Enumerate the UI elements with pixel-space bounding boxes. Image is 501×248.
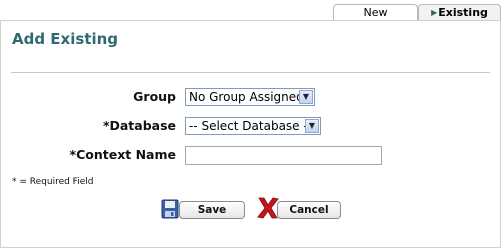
database-row: *Database -- Select Database -- ▼: [1, 116, 501, 136]
chevron-down-icon[interactable]: ▼: [299, 90, 313, 104]
context-name-row: *Context Name: [1, 145, 501, 165]
save-button[interactable]: Save: [179, 201, 245, 219]
group-row: Group No Group Assigned ▼: [1, 87, 501, 107]
database-select[interactable]: -- Select Database -- ▼: [185, 117, 321, 135]
form-panel: Add Existing Group No Group Assigned ▼ *…: [0, 20, 501, 248]
chevron-down-icon[interactable]: ▼: [305, 119, 319, 133]
group-select[interactable]: No Group Assigned ▼: [185, 88, 315, 106]
triangle-right-icon: ▶: [431, 8, 438, 17]
title-divider: [11, 72, 490, 73]
tab-new-label: New: [363, 6, 388, 19]
context-name-label: *Context Name: [69, 147, 176, 162]
cancel-button[interactable]: Cancel: [277, 201, 341, 219]
group-select-value: No Group Assigned: [189, 90, 304, 104]
group-label: Group: [133, 89, 176, 104]
page-title: Add Existing: [12, 30, 119, 48]
save-button-label: Save: [197, 204, 227, 216]
cancel-button-label: Cancel: [289, 204, 329, 216]
floppy-disk-icon[interactable]: [161, 199, 179, 219]
tab-existing-label: Existing: [438, 6, 488, 19]
required-field-note: * = Required Field: [12, 177, 94, 187]
context-name-input[interactable]: [185, 146, 382, 165]
tab-existing[interactable]: ▶Existing: [418, 4, 501, 20]
database-label: *Database: [102, 118, 176, 133]
tab-new[interactable]: New: [333, 4, 418, 20]
database-select-value: -- Select Database --: [189, 119, 313, 133]
